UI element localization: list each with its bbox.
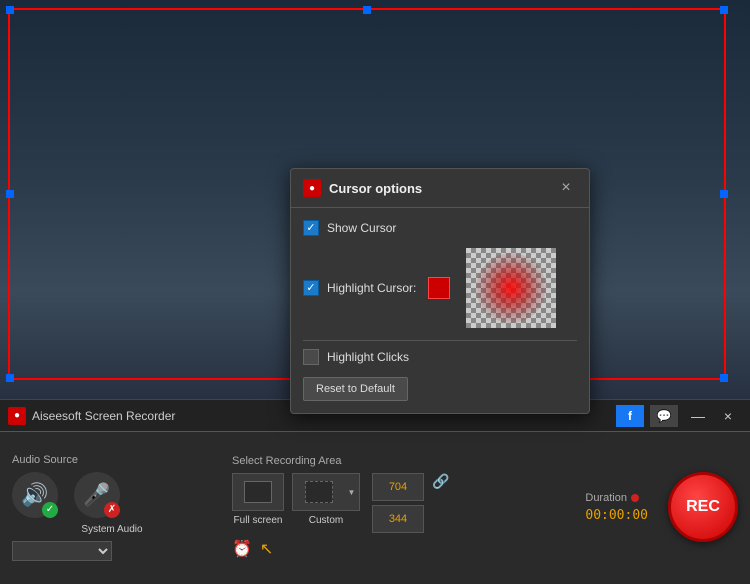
dialog-title: Cursor options: [329, 181, 422, 196]
audio-section-label: Audio Source: [12, 454, 212, 466]
chat-icon: 💬: [657, 409, 672, 423]
facebook-button[interactable]: f: [616, 405, 644, 427]
taskbar-controls: f 💬 — ×: [616, 405, 742, 427]
handle-mid-right[interactable]: [720, 190, 728, 198]
duration-label-text: Duration: [585, 492, 627, 504]
custom-button-group: ▼: [292, 473, 360, 511]
dialog-body: ✓ Show Cursor ✓ Highlight Cursor: Highli…: [291, 208, 589, 413]
full-screen-label: Full screen: [234, 515, 283, 526]
link-icon-wrap: 🔗: [432, 473, 449, 490]
audio-icons: 🔊 ✓ 🎤 ✗: [12, 472, 212, 518]
link-dimensions-icon[interactable]: 🔗: [432, 473, 449, 490]
full-screen-option: Full screen: [232, 473, 284, 526]
system-audio-label: System Audio: [12, 524, 212, 535]
custom-option: ▼ Custom: [292, 473, 360, 526]
mic-disabled-badge: ✗: [104, 502, 120, 518]
custom-label: Custom: [309, 515, 343, 526]
audio-section: Audio Source 🔊 ✓ 🎤 ✗ System Audio: [12, 454, 212, 561]
divider: [303, 340, 577, 341]
full-screen-icon: [244, 481, 272, 503]
cursor-options-dialog: ● Cursor options × ✓ Show Cursor ✓ Highl…: [290, 168, 590, 414]
width-input-row: [372, 473, 424, 501]
highlight-clicks-row: Highlight Clicks: [303, 349, 577, 365]
dialog-close-button[interactable]: ×: [555, 177, 577, 199]
cursor-icon[interactable]: ↖: [260, 539, 273, 559]
app-icon: ●: [8, 407, 26, 425]
app-title: Aiseesoft Screen Recorder: [32, 409, 175, 423]
reset-to-default-button[interactable]: Reset to Default: [303, 377, 408, 401]
height-input[interactable]: [372, 505, 424, 533]
system-audio-wrap: 🔊 ✓: [12, 472, 58, 518]
audio-enabled-badge: ✓: [42, 502, 58, 518]
rec-icons-row: ⏰ ↖: [232, 539, 492, 559]
minimize-button[interactable]: —: [684, 405, 712, 427]
checkmark-icon: ✓: [306, 223, 315, 234]
dimension-controls: [372, 473, 424, 533]
rec-button[interactable]: REC: [668, 472, 738, 542]
duration-section: Duration 00:00:00: [585, 492, 648, 523]
highlight-color-swatch[interactable]: [428, 277, 450, 299]
taskbar-main: Audio Source 🔊 ✓ 🎤 ✗ System Audio: [0, 432, 750, 582]
chat-button[interactable]: 💬: [650, 405, 678, 427]
custom-area-icon: [305, 481, 333, 503]
handle-bot-right[interactable]: [720, 374, 728, 382]
highlight-cursor-row: ✓ Highlight Cursor:: [303, 248, 577, 328]
handle-mid-left[interactable]: [6, 190, 14, 198]
height-input-row: [372, 505, 424, 533]
width-input[interactable]: [372, 473, 424, 501]
mic-audio-wrap: 🎤 ✗: [74, 472, 120, 518]
show-cursor-row: ✓ Show Cursor: [303, 220, 577, 236]
highlight-clicks-checkbox[interactable]: [303, 349, 319, 365]
glow-effect: [476, 253, 546, 323]
dialog-app-icon: ●: [303, 179, 321, 197]
alarm-icon[interactable]: ⏰: [232, 539, 252, 559]
dialog-title-row: ● Cursor options: [303, 179, 422, 197]
dialog-header: ● Cursor options ×: [291, 169, 589, 208]
duration-label-row: Duration: [585, 492, 639, 504]
highlight-clicks-label: Highlight Clicks: [327, 350, 409, 364]
audio-source-dropdown[interactable]: [12, 541, 112, 561]
recording-options: Full screen ▼ Custom: [232, 473, 492, 533]
handle-bot-left[interactable]: [6, 374, 14, 382]
show-cursor-checkbox[interactable]: ✓: [303, 220, 319, 236]
system-audio-icon[interactable]: 🔊 ✓: [12, 472, 58, 518]
highlight-cursor-label: Highlight Cursor:: [327, 281, 416, 295]
custom-area-button[interactable]: [292, 473, 344, 511]
handle-top-left[interactable]: [6, 6, 14, 14]
highlight-cursor-checkbox[interactable]: ✓: [303, 280, 319, 296]
handle-top-right[interactable]: [720, 6, 728, 14]
full-screen-button[interactable]: [232, 473, 284, 511]
custom-dropdown-arrow[interactable]: ▼: [344, 473, 360, 511]
duration-dot-icon: [631, 494, 639, 502]
handle-top-center[interactable]: [363, 6, 371, 14]
duration-time-display: 00:00:00: [585, 508, 648, 523]
cursor-preview: [466, 248, 556, 328]
close-button[interactable]: ×: [714, 405, 742, 427]
recording-section: Select Recording Area Full screen ▼: [232, 455, 492, 559]
recording-area-label: Select Recording Area: [232, 455, 492, 467]
microphone-icon[interactable]: 🎤 ✗: [74, 472, 120, 518]
taskbar-title-left: ● Aiseesoft Screen Recorder: [8, 407, 175, 425]
checkmark-icon2: ✓: [306, 283, 315, 294]
taskbar: ● Aiseesoft Screen Recorder f 💬 — × Audi…: [0, 399, 750, 584]
show-cursor-label: Show Cursor: [327, 221, 396, 235]
